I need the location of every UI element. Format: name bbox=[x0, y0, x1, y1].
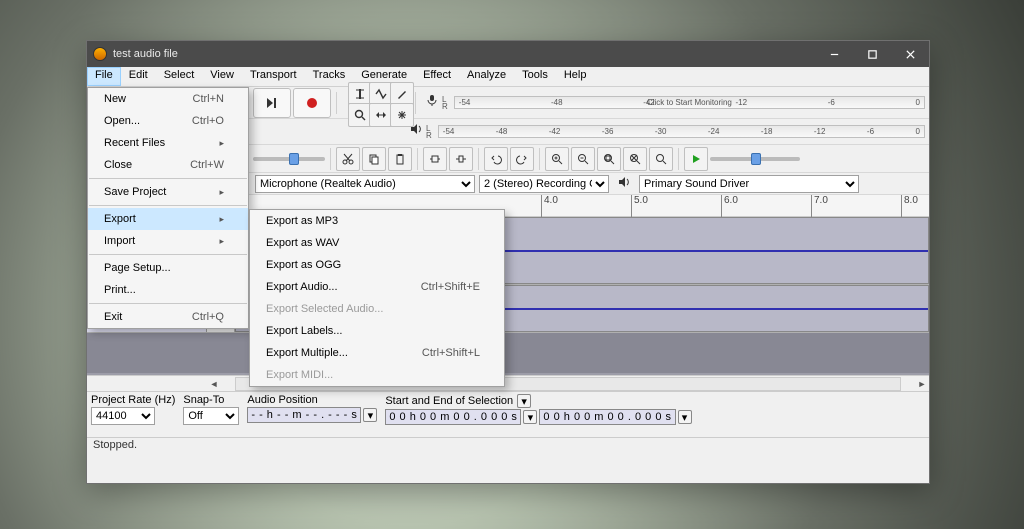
h-scrollbar[interactable]: ◄ ► bbox=[87, 375, 929, 391]
audio-position-field[interactable]: - - h - - m - - . - - - s bbox=[247, 407, 361, 423]
selection-start-field[interactable]: 0 0 h 0 0 m 0 0 . 0 0 0 s bbox=[385, 409, 521, 425]
file-menu-print-[interactable]: Print... bbox=[88, 279, 248, 301]
title-bar[interactable]: test audio file bbox=[87, 41, 929, 67]
menu-file[interactable]: File bbox=[87, 67, 121, 86]
record-meter[interactable]: -54-48-42 Click to Start Monitoring -12-… bbox=[454, 96, 925, 109]
copy-icon[interactable] bbox=[362, 147, 386, 171]
trim-icon[interactable] bbox=[423, 147, 447, 171]
app-window: test audio file File Edit Select View Tr… bbox=[86, 40, 930, 484]
export-menu-export-selected-audio-: Export Selected Audio... bbox=[250, 298, 504, 320]
app-icon bbox=[93, 47, 107, 61]
undo-icon[interactable] bbox=[484, 147, 508, 171]
file-menu-export[interactable]: Export▸ bbox=[88, 208, 248, 230]
menu-transport[interactable]: Transport bbox=[242, 67, 305, 86]
menu-effect[interactable]: Effect bbox=[415, 67, 459, 86]
project-rate-select[interactable]: 44100 bbox=[91, 407, 155, 425]
file-menu-new[interactable]: NewCtrl+N bbox=[88, 88, 248, 110]
fit-selection-icon[interactable] bbox=[597, 147, 621, 171]
snap-select[interactable]: Off bbox=[183, 407, 239, 425]
cut-icon[interactable] bbox=[336, 147, 360, 171]
export-submenu: Export as MP3Export as WAVExport as OGGE… bbox=[249, 209, 505, 387]
file-menu-close[interactable]: CloseCtrl+W bbox=[88, 154, 248, 176]
play-meter[interactable]: -54-48-42-36-30-24-18-12-60 bbox=[438, 125, 925, 138]
project-rate-label: Project Rate (Hz) bbox=[91, 394, 175, 406]
zoom-out-icon[interactable] bbox=[571, 147, 595, 171]
export-menu-export-labels-[interactable]: Export Labels... bbox=[250, 320, 504, 342]
zoom-in-icon[interactable] bbox=[545, 147, 569, 171]
skip-end-button[interactable] bbox=[253, 88, 291, 118]
export-menu-export-as-ogg[interactable]: Export as OGG bbox=[250, 254, 504, 276]
output-device-select[interactable]: Primary Sound Driver bbox=[639, 175, 859, 193]
menu-bar: File Edit Select View Transport Tracks G… bbox=[87, 67, 929, 87]
record-button[interactable] bbox=[293, 88, 331, 118]
selection-end-field[interactable]: 0 0 h 0 0 m 0 0 . 0 0 0 s bbox=[539, 409, 675, 425]
record-volume-slider[interactable] bbox=[253, 157, 325, 161]
selection-mode-menu[interactable]: ▾ bbox=[517, 394, 531, 408]
input-device-select[interactable]: Microphone (Realtek Audio) bbox=[255, 175, 475, 193]
sel-start-menu-icon[interactable]: ▾ bbox=[523, 410, 537, 424]
play-at-speed-icon[interactable] bbox=[684, 147, 708, 171]
meter-r-label: R bbox=[442, 103, 448, 110]
close-button[interactable] bbox=[891, 41, 929, 67]
file-menu-recent-files[interactable]: Recent Files▸ bbox=[88, 132, 248, 154]
zoom-toggle-icon[interactable] bbox=[649, 147, 673, 171]
play-speed-slider[interactable] bbox=[710, 157, 800, 161]
menu-view[interactable]: View bbox=[202, 67, 242, 86]
audio-position-label: Audio Position bbox=[247, 394, 377, 406]
speaker-icon bbox=[409, 122, 423, 141]
selection-label: Start and End of Selection bbox=[385, 395, 513, 407]
meter-click-label[interactable]: Click to Start Monitoring bbox=[455, 97, 924, 108]
export-menu-export-as-wav[interactable]: Export as WAV bbox=[250, 232, 504, 254]
export-menu-export-as-mp-[interactable]: Export as MP3 bbox=[250, 210, 504, 232]
file-menu-save-project[interactable]: Save Project▸ bbox=[88, 181, 248, 203]
export-menu-export-multiple-[interactable]: Export Multiple...Ctrl+Shift+L bbox=[250, 342, 504, 364]
menu-tracks[interactable]: Tracks bbox=[305, 67, 354, 86]
mic-icon bbox=[425, 93, 439, 112]
menu-help[interactable]: Help bbox=[556, 67, 595, 86]
file-menu-dropdown: NewCtrl+NOpen...Ctrl+ORecent Files▸Close… bbox=[87, 87, 249, 329]
export-menu-export-audio-[interactable]: Export Audio...Ctrl+Shift+E bbox=[250, 276, 504, 298]
scroll-left-icon[interactable]: ◄ bbox=[207, 377, 221, 391]
file-menu-page-setup-[interactable]: Page Setup... bbox=[88, 257, 248, 279]
menu-edit[interactable]: Edit bbox=[121, 67, 156, 86]
scroll-right-icon[interactable]: ► bbox=[915, 377, 929, 391]
file-menu-open-[interactable]: Open...Ctrl+O bbox=[88, 110, 248, 132]
selection-toolbar: Project Rate (Hz) 44100 Snap-To Off Audi… bbox=[87, 391, 929, 437]
menu-select[interactable]: Select bbox=[156, 67, 203, 86]
paste-icon[interactable] bbox=[388, 147, 412, 171]
menu-tools[interactable]: Tools bbox=[514, 67, 556, 86]
redo-icon[interactable] bbox=[510, 147, 534, 171]
maximize-button[interactable] bbox=[853, 41, 891, 67]
menu-analyze[interactable]: Analyze bbox=[459, 67, 514, 86]
silence-icon[interactable] bbox=[449, 147, 473, 171]
status-bar: Stopped. bbox=[87, 437, 929, 455]
speaker-out-icon bbox=[617, 175, 631, 192]
snap-label: Snap-To bbox=[183, 394, 239, 406]
export-menu-export-midi-: Export MIDI... bbox=[250, 364, 504, 386]
file-menu-exit[interactable]: ExitCtrl+Q bbox=[88, 306, 248, 328]
window-title: test audio file bbox=[113, 48, 815, 60]
audio-pos-menu-icon[interactable]: ▾ bbox=[363, 408, 377, 422]
file-menu-import[interactable]: Import▸ bbox=[88, 230, 248, 252]
channels-select[interactable]: 2 (Stereo) Recording Cha bbox=[479, 175, 609, 193]
sel-end-menu-icon[interactable]: ▾ bbox=[678, 410, 692, 424]
minimize-button[interactable] bbox=[815, 41, 853, 67]
fit-project-icon[interactable] bbox=[623, 147, 647, 171]
